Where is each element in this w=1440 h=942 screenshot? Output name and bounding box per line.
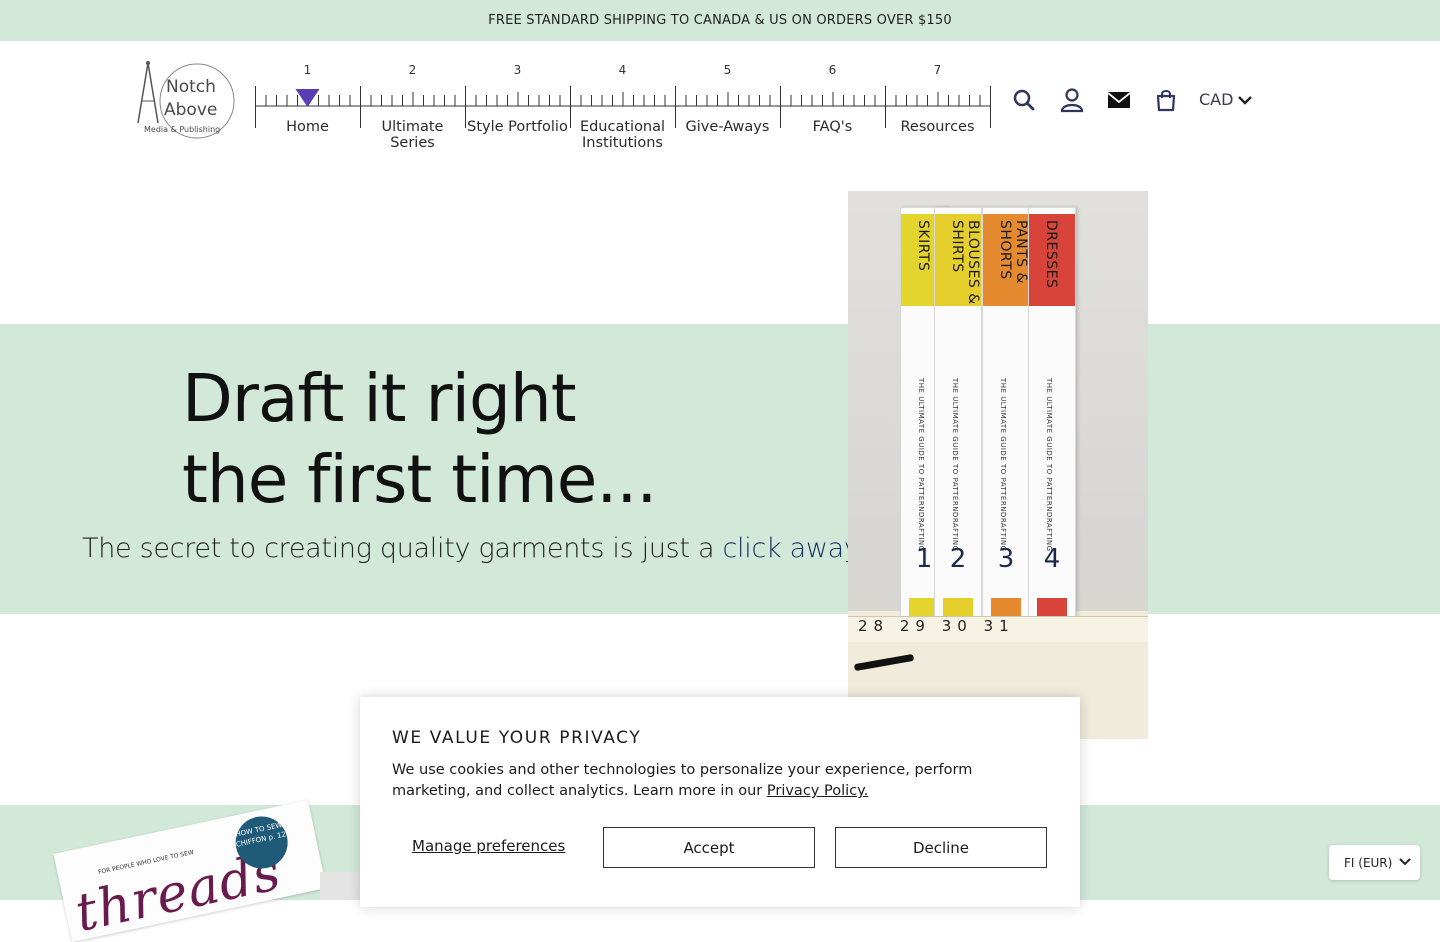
book-color-band: BLOUSES & SHIRTS — [935, 214, 981, 306]
book-number: 2 — [949, 544, 967, 574]
cart-button[interactable] — [1151, 85, 1181, 115]
cart-icon — [1156, 90, 1176, 112]
book-footer-band — [943, 598, 973, 618]
book-pants-shorts: PANTS & SHORTS THE ULTIMATE GUIDE TO PAT… — [982, 207, 1030, 627]
nav-item-label-line2: Series — [390, 135, 435, 151]
logo-text-tagline: Media & Publishing — [144, 125, 221, 134]
currency-label: CAD — [1199, 90, 1234, 109]
nav-number-4: 4 — [618, 63, 627, 77]
announcement-bar: FREE STANDARD SHIPPING TO CANADA & US ON… — [0, 0, 1440, 41]
site-logo[interactable]: Notch Above Media & Publishing — [132, 59, 238, 139]
book-color-band: PANTS & SHORTS — [983, 214, 1029, 306]
hero-subtitle: The secret to creating quality garments … — [82, 533, 870, 564]
cookie-consent-banner: WE VALUE YOUR PRIVACY We use cookies and… — [360, 697, 1080, 907]
privacy-policy-link[interactable]: Privacy Policy. — [767, 783, 868, 799]
book-subtitle: THE ULTIMATE GUIDE TO PATTERNDRAFTING — [951, 378, 959, 552]
decline-button[interactable]: Decline — [835, 827, 1047, 868]
language-label: FI (EUR) — [1344, 855, 1393, 870]
nav-item-faqs[interactable]: FAQ's — [780, 119, 885, 135]
nav-number-2: 2 — [408, 63, 417, 77]
hero-title: Draft it right the first time... — [182, 358, 657, 520]
nav-number-3: 3 — [513, 63, 522, 77]
currency-selector[interactable]: CAD — [1199, 90, 1253, 109]
announcement-text: FREE STANDARD SHIPPING TO CANADA & US ON… — [488, 13, 952, 28]
search-icon — [1013, 89, 1035, 111]
nav-item-label: FAQ's — [812, 119, 853, 135]
hero-title-line2: the first time... — [182, 441, 657, 518]
ruler-nav: 1 2 3 4 5 6 7 Home Ultimate Series Style… — [255, 63, 991, 151]
nav-item-ultimate-series[interactable]: Ultimate Series — [360, 119, 465, 151]
nav-item-label: Educational — [579, 119, 666, 135]
nav-item-resources[interactable]: Resources — [885, 119, 990, 135]
nav-number-5: 5 — [723, 63, 732, 77]
manage-preferences-button[interactable]: Manage preferences — [412, 837, 565, 855]
language-selector[interactable]: FI (EUR) — [1329, 845, 1420, 880]
book-subtitle: THE ULTIMATE GUIDE TO PATTERNDRAFTING — [1045, 378, 1053, 552]
book-title: DRESSES — [1043, 220, 1059, 289]
search-button[interactable] — [1009, 85, 1039, 115]
nav-item-home[interactable]: Home — [255, 119, 360, 135]
mail-icon — [1107, 92, 1131, 108]
account-icon — [1060, 88, 1084, 113]
nav-number-1: 1 — [303, 63, 312, 77]
book-footer-band — [1037, 598, 1067, 618]
hero-image-books: SKIRTS THE ULTIMATE GUIDE TO PATTERNDRAF… — [848, 191, 1148, 739]
chevron-down-icon — [1238, 95, 1253, 105]
book-title: BLOUSES & SHIRTS — [949, 220, 981, 305]
hero-subtitle-text: The secret to creating quality garments … — [82, 533, 723, 564]
active-nav-marker — [295, 89, 320, 107]
book-color-band: DRESSES — [1029, 214, 1075, 306]
logo-text-notch: Notch — [166, 77, 216, 97]
measuring-tape: 28 29 30 31 — [848, 616, 1148, 642]
consent-body-text: We use cookies and other technologies to… — [392, 762, 973, 799]
nav-item-label: Home — [286, 119, 329, 135]
book-number: 4 — [1043, 544, 1061, 574]
book-subtitle: THE ULTIMATE GUIDE TO PATTERNDRAFTING — [917, 378, 925, 552]
nav-number-6: 6 — [828, 63, 837, 77]
book-title: PANTS & SHORTS — [997, 220, 1029, 284]
chevron-down-icon — [1399, 858, 1411, 866]
nav-item-give-aways[interactable]: Give-Aways — [675, 119, 780, 135]
book-subtitle: THE ULTIMATE GUIDE TO PATTERNDRAFTING — [999, 378, 1007, 552]
book-number: 3 — [997, 544, 1015, 574]
nav-item-label: Style Portfolio — [467, 119, 568, 135]
hero-title-line1: Draft it right — [182, 360, 577, 437]
contact-button[interactable] — [1104, 85, 1134, 115]
nav-item-label-line2: Institutions — [582, 135, 663, 151]
consent-heading: WE VALUE YOUR PRIVACY — [392, 728, 642, 748]
book-dresses: DRESSES THE ULTIMATE GUIDE TO PATTERNDRA… — [1028, 207, 1076, 627]
nav-item-label: Resources — [900, 119, 975, 135]
accept-button[interactable]: Accept — [603, 827, 815, 868]
account-button[interactable] — [1057, 85, 1087, 115]
nav-number-7: 7 — [933, 63, 942, 77]
tape-numbers: 28 29 30 31 — [858, 617, 1015, 635]
book-title: SKIRTS — [915, 220, 931, 272]
site-header: Notch Above Media & Publishing 1 2 3 4 5… — [0, 41, 1440, 171]
nav-item-style-portfolio[interactable]: Style Portfolio — [465, 119, 570, 135]
consent-body: We use cookies and other technologies to… — [392, 760, 1032, 802]
book-footer-band — [991, 598, 1021, 618]
logo-text-above: Above — [164, 100, 218, 120]
nav-item-label: Ultimate — [381, 119, 444, 135]
book-blouses-shirts: BLOUSES & SHIRTS THE ULTIMATE GUIDE TO P… — [934, 207, 982, 627]
nav-item-label: Give-Aways — [685, 119, 770, 135]
nav-item-educational-institutions[interactable]: Educational Institutions — [570, 119, 675, 151]
